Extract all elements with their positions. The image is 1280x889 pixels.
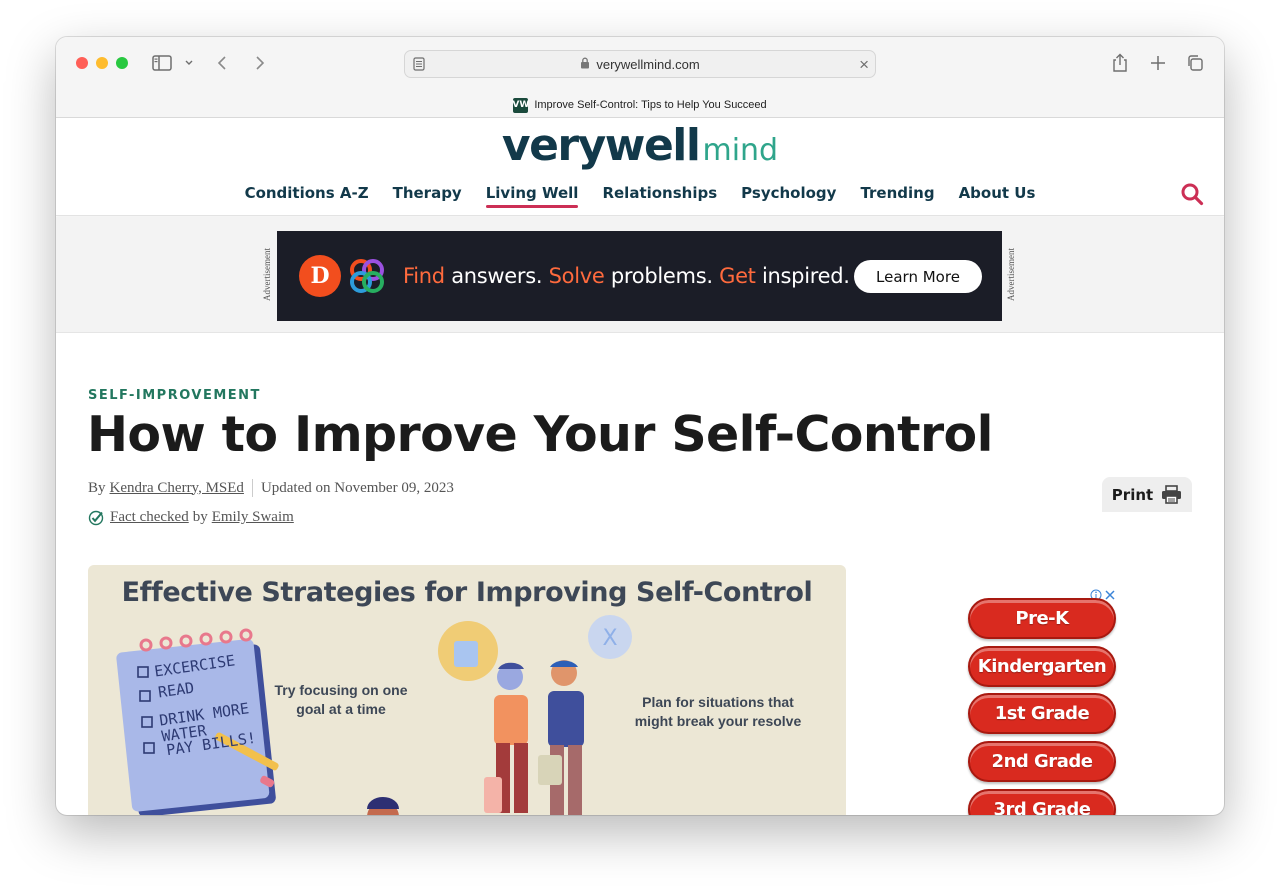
fact-checked-link[interactable]: Fact checked bbox=[110, 509, 189, 526]
print-button[interactable]: Print bbox=[1102, 477, 1192, 512]
thought-bubble-x-icon: X bbox=[602, 626, 617, 651]
updated-date: Updated on November 09, 2023 bbox=[260, 479, 454, 496]
url-text: verywellmind.com bbox=[596, 56, 700, 72]
article-title: How to Improve Your Self-Control bbox=[87, 406, 993, 463]
nav-living-well[interactable]: Living Well bbox=[485, 184, 578, 208]
ad-close-icon bbox=[1105, 590, 1115, 600]
ad-label-right: Advertisement bbox=[1006, 248, 1016, 302]
article-category[interactable]: SELF-IMPROVEMENT bbox=[88, 388, 261, 403]
infographic-title: Effective Strategies for Improving Self-… bbox=[121, 577, 813, 608]
ad-banner[interactable]: D Find answers. Solve problems. Get insp… bbox=[277, 231, 1002, 321]
fact-check-line: Fact checked by Emily Swaim bbox=[88, 509, 298, 526]
zoom-window-button[interactable] bbox=[116, 57, 128, 69]
grade-button-3rd[interactable]: 3rd Grade bbox=[968, 789, 1116, 815]
window-controls bbox=[76, 57, 128, 69]
main-nav: Conditions A-Z Therapy Living Well Relat… bbox=[56, 184, 1224, 208]
logo-primary: verywell bbox=[501, 120, 701, 171]
fact-by: by bbox=[192, 509, 208, 525]
clear-url-icon[interactable]: × bbox=[859, 55, 869, 75]
new-tab-icon[interactable] bbox=[1150, 52, 1166, 74]
side-ad[interactable]: Pre-K Kindergarten 1st Grade 2nd Grade 3… bbox=[966, 589, 1121, 815]
author-link[interactable]: Kendra Cherry, MSEd bbox=[110, 480, 244, 497]
site-logo[interactable]: verywell mind bbox=[56, 120, 1224, 171]
reader-icon[interactable] bbox=[413, 57, 425, 74]
browser-window: verywellmind.com × VW Improve Self-Contr… bbox=[56, 37, 1224, 815]
byline: By Kendra Cherry, MSEd Updated on Novemb… bbox=[88, 479, 454, 497]
printer-icon bbox=[1161, 485, 1182, 504]
nav-therapy[interactable]: Therapy bbox=[393, 184, 462, 208]
nav-psychology[interactable]: Psychology bbox=[741, 184, 836, 208]
forward-arrow-icon[interactable] bbox=[252, 52, 266, 74]
minimize-window-button[interactable] bbox=[96, 57, 108, 69]
tip-plan-situations: Plan for situations that might break you… bbox=[634, 694, 802, 729]
site-favicon: VW bbox=[512, 97, 529, 113]
fact-checker-link[interactable]: Emily Swaim bbox=[212, 509, 294, 526]
print-label: Print bbox=[1111, 485, 1154, 504]
ad-logo-d-icon: D bbox=[299, 255, 341, 297]
nav-relationships[interactable]: Relationships bbox=[602, 184, 717, 208]
ad-learn-more-button[interactable]: Learn More bbox=[854, 260, 982, 293]
address-bar[interactable]: verywellmind.com × bbox=[404, 50, 876, 78]
search-icon[interactable] bbox=[1180, 182, 1204, 211]
ad-knot-logo-icon bbox=[350, 259, 384, 293]
tab-title: Improve Self-Control: Tips to Help You S… bbox=[534, 99, 767, 111]
chevron-down-icon[interactable] bbox=[184, 52, 194, 74]
tip-focus-one-goal: Try focusing on one goal at a time bbox=[274, 682, 408, 717]
share-icon[interactable] bbox=[1112, 52, 1128, 74]
byline-prefix: By bbox=[88, 479, 106, 496]
grade-button-2nd[interactable]: 2nd Grade bbox=[968, 741, 1116, 782]
ad-headline: Find answers. Solve problems. Get inspir… bbox=[403, 264, 850, 288]
sidebar-toggle-icon[interactable] bbox=[152, 52, 174, 74]
close-window-button[interactable] bbox=[76, 57, 88, 69]
back-arrow-icon[interactable] bbox=[216, 52, 230, 74]
logo-secondary: mind bbox=[702, 133, 779, 168]
nav-trending[interactable]: Trending bbox=[860, 184, 934, 208]
browser-toolbar: verywellmind.com × VW Improve Self-Contr… bbox=[56, 37, 1224, 118]
nav-conditions[interactable]: Conditions A-Z bbox=[245, 184, 369, 208]
people-illustration: X bbox=[438, 615, 632, 815]
grade-button-kindergarten[interactable]: Kindergarten bbox=[968, 646, 1116, 687]
check-badge-icon bbox=[88, 510, 104, 526]
grade-button-prek[interactable]: Pre-K bbox=[968, 598, 1116, 639]
byline-divider bbox=[251, 479, 253, 497]
nav-about-us[interactable]: About Us bbox=[959, 184, 1036, 208]
site-header: verywell mind Conditions A-Z Therapy Livi… bbox=[56, 118, 1224, 216]
head-illustration bbox=[367, 797, 399, 815]
ad-banner-area: Advertisement D Find answers. Solve prob… bbox=[56, 217, 1224, 333]
article-infographic: Effective Strategies for Improving Self-… bbox=[88, 565, 846, 815]
grade-button-1st[interactable]: 1st Grade bbox=[968, 693, 1116, 734]
active-tab[interactable]: VW Improve Self-Control: Tips to Help Yo… bbox=[56, 93, 1224, 117]
lock-icon bbox=[580, 57, 590, 72]
ad-label-left: Advertisement bbox=[262, 248, 272, 302]
tab-overview-icon[interactable] bbox=[1186, 52, 1204, 74]
